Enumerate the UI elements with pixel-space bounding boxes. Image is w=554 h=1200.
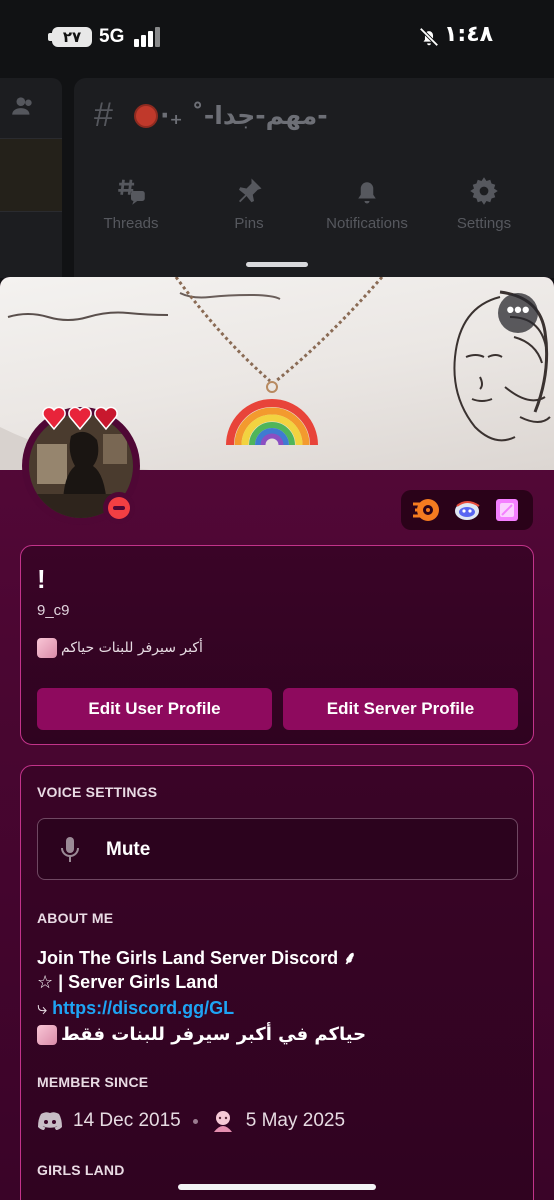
- tab-threads-label: Threads: [103, 215, 159, 232]
- threads-icon: [118, 179, 145, 205]
- username: 9_c9: [37, 602, 70, 619]
- about-me-title: ABOUT ME: [37, 910, 114, 926]
- profile-sheet: ••• ! 9_c9 أكبر سيرفر للبنات حياكم Edit …: [0, 277, 554, 1200]
- pronouns-row: أكبر سيرفر للبنات حياكم: [37, 638, 203, 658]
- bell-muted-icon: [419, 27, 439, 47]
- about-me-line-4: حياكم في أكبر سيرفر للبنات فقط: [37, 1024, 366, 1045]
- about-me-line-1: Join The Girls Land Server Discord ⸙: [37, 948, 357, 968]
- battery-indicator: ٢٧: [52, 27, 92, 47]
- about-me-line-2: ☆ | Server Girls Land: [37, 972, 219, 992]
- status-bar: ٢٧ 5G ١:٤٨: [0, 0, 554, 70]
- channel-name: -مهم-جدا-˚ ₊·: [160, 101, 328, 130]
- heart-decoration-icon: [42, 406, 118, 431]
- voice-settings-title: VOICE SETTINGS: [37, 784, 158, 800]
- more-options-button[interactable]: •••: [498, 293, 538, 333]
- mute-label: Mute: [106, 839, 151, 860]
- display-name: !: [37, 564, 46, 594]
- anime-girl-icon: [37, 638, 57, 658]
- sheet-drag-handle[interactable]: [246, 262, 308, 267]
- channel-hash-icon: #: [94, 96, 113, 134]
- tab-pins[interactable]: Pins: [190, 176, 308, 232]
- anime-girl-icon: [37, 1024, 57, 1045]
- discord-member-since-date: 14 Dec 2015: [73, 1110, 181, 1131]
- nitro-boost-badge-icon[interactable]: [491, 494, 523, 526]
- tab-notifications[interactable]: Notifications: [308, 176, 426, 232]
- server-icon: [213, 1111, 232, 1132]
- tab-pins-label: Pins: [234, 215, 264, 232]
- arrow-glyph: ⤷: [37, 998, 48, 1018]
- girls-land-title: GIRLS LAND: [37, 1162, 125, 1178]
- member-list-icon[interactable]: [10, 93, 36, 119]
- separator-dot: [192, 1118, 198, 1124]
- tab-settings[interactable]: Settings: [425, 176, 543, 232]
- home-indicator[interactable]: [178, 1184, 376, 1190]
- bell-icon: [358, 182, 376, 204]
- discord-logo-icon: [38, 1112, 62, 1130]
- profile-card: ! 9_c9 أكبر سيرفر للبنات حياكم Edit User…: [20, 545, 534, 745]
- tab-threads[interactable]: Threads: [72, 176, 190, 232]
- microphone-icon: [61, 837, 79, 862]
- profile-badges: [401, 490, 533, 530]
- server-invite-link[interactable]: https://discord.gg/GL: [52, 998, 234, 1018]
- pronouns-text: أكبر سيرفر للبنات حياكم: [61, 640, 203, 656]
- server-member-since-date: 5 May 2025: [245, 1110, 346, 1131]
- pin-icon: [239, 178, 262, 203]
- clock: ١:٤٨: [444, 22, 494, 47]
- about-me-line-3: ⤷ https://discord.gg/GL: [37, 998, 234, 1019]
- tab-settings-label: Settings: [456, 215, 512, 232]
- background-sidebar-highlight: [0, 138, 62, 212]
- signal-icon: [134, 27, 162, 47]
- red-circle-icon: [134, 104, 158, 128]
- member-since-row: 14 Dec 2015 5 May 2025: [37, 1108, 345, 1134]
- info-card: VOICE SETTINGS Mute ABOUT ME Join The Gi…: [20, 765, 534, 1200]
- edit-server-profile-button[interactable]: Edit Server Profile: [283, 688, 518, 730]
- tab-notifications-label: Notifications: [326, 215, 408, 232]
- mute-button[interactable]: Mute: [37, 818, 518, 880]
- edit-user-profile-button[interactable]: Edit User Profile: [37, 688, 272, 730]
- hypesquad-badge-icon[interactable]: [411, 494, 443, 526]
- member-since-title: MEMBER SINCE: [37, 1074, 149, 1090]
- about-me-arabic-text: حياكم في أكبر سيرفر للبنات فقط: [61, 1024, 367, 1045]
- gear-icon: [470, 177, 498, 205]
- network-type: 5G: [99, 26, 125, 47]
- quest-badge-icon[interactable]: [451, 494, 483, 526]
- status-dnd-badge: [103, 492, 135, 524]
